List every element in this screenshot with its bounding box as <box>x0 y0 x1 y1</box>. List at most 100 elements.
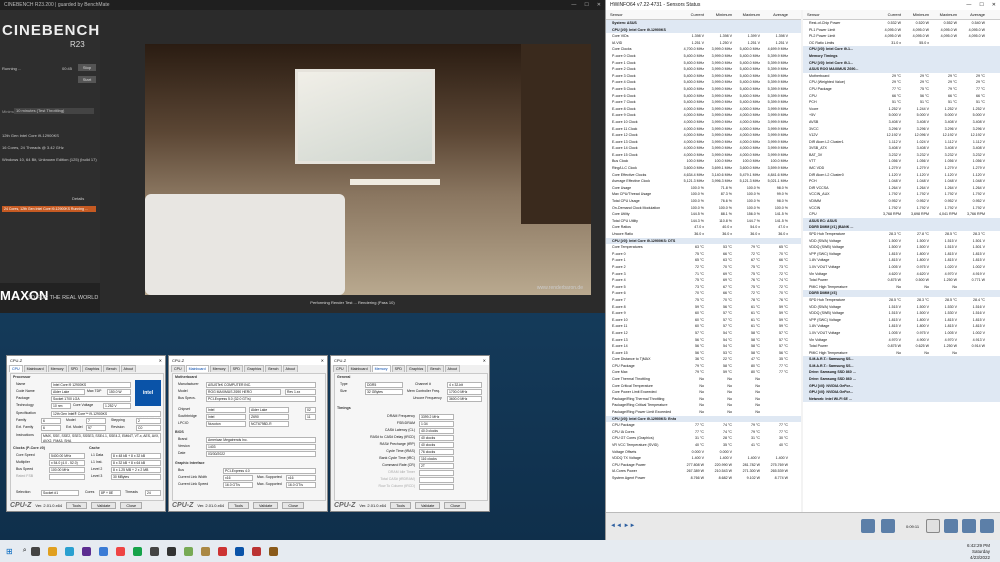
cinebench-task-icon[interactable] <box>234 546 244 556</box>
sensor-group-header[interactable]: DDR5 DIMM [#1] (BANK ... <box>803 224 1000 231</box>
sensor-row[interactable]: VCCIN_AUX 1.792 V 1.792 V 1.792 V 1.792 V <box>803 191 1000 198</box>
edge-icon[interactable] <box>64 546 74 556</box>
column-header[interactable]: Minimum <box>704 12 732 17</box>
tab-about[interactable]: About <box>282 365 298 372</box>
tab-graphics[interactable]: Graphics <box>405 365 427 372</box>
sensor-row[interactable]: E-core 15 Clock 4,000.0 MHz 3,999.0 MHz 4,0… <box>606 152 801 159</box>
sensor-row[interactable]: Package/Ring Thermal Throttling No No No <box>606 396 801 403</box>
column-header[interactable]: Average <box>760 12 788 17</box>
sensor-row[interactable]: CPU Package 77 °C 75 °C 79 °C 77 °C <box>803 86 1000 93</box>
sensor-row[interactable]: PL2 Power Limit 4,095.0 W 4,095.0 W 4,095.0… <box>803 33 1000 40</box>
store-icon[interactable] <box>98 546 108 556</box>
tab-bench[interactable]: Bench <box>427 365 444 372</box>
sensor-row[interactable]: +5V 5.000 V 5.000 V 5.000 V 5.000 V <box>803 112 1000 119</box>
sensor-group-header[interactable]: GPU [#0]: NVIDIA GeFor... <box>803 389 1000 396</box>
tab-about[interactable]: About <box>444 365 460 372</box>
sensor-row[interactable]: Voltage Offsets 0.000 V 0.000 V <box>606 449 801 456</box>
sensor-row[interactable]: P-core 0 Clock 5,400.0 MHz 3,999.0 MHz 5,40… <box>606 53 801 60</box>
network-icon[interactable] <box>861 519 875 533</box>
sensor-group-header[interactable]: Memory Timings <box>803 52 1000 60</box>
sensor-row[interactable]: Core Usage 100.0 % 71.8 % 100.0 % 98.0 % <box>606 185 801 192</box>
sensor-row[interactable]: IA Cores Power 267.389 W 210.543 W 271.300 … <box>606 468 801 475</box>
app-icon[interactable] <box>132 546 142 556</box>
sensor-row[interactable]: Average Effective Clock 5,121.3 MHz 3,996.… <box>606 178 801 185</box>
close-button[interactable]: Close <box>120 502 143 509</box>
sensor-row[interactable]: E-core 12 57 °C 54 °C 58 °C 57 °C <box>606 330 801 337</box>
sensor-row[interactable]: Motherboard 29 °C 29 °C 29 °C 29 °C <box>803 73 1000 80</box>
close-button[interactable]: Close <box>282 502 305 509</box>
details-button[interactable]: Details <box>72 196 84 201</box>
sensor-group-header[interactable]: CPU [#0]: Intel Core i9-1... <box>803 59 1000 67</box>
tab-graphics[interactable]: Graphics <box>81 365 103 372</box>
sensor-row[interactable]: CPU (Weighted Value) 29 °C 29 °C 29 °C 29 °C <box>803 79 1000 86</box>
column-header[interactable]: Minimum <box>901 12 929 17</box>
app-icon[interactable] <box>183 546 193 556</box>
tab-bench[interactable]: Bench <box>103 365 120 372</box>
sensor-row[interactable]: P-core 6 Clock 5,400.0 MHz 3,999.0 MHz 5,40… <box>606 93 801 100</box>
minimize-icon[interactable]: — <box>966 2 971 8</box>
chrome-icon[interactable] <box>115 546 125 556</box>
sensor-row[interactable]: Core Max 79 °C 59 °C 80 °C 77 °C <box>606 369 801 376</box>
sensor-row[interactable]: Rest-of-Chip Power 0.532 W 0.520 W 0.552 W 0… <box>803 20 1000 27</box>
sensor-row[interactable]: E-core 13 Clock 4,000.0 MHz 3,999.0 MHz 4,0… <box>606 139 801 146</box>
tab-cpu[interactable]: CPU <box>9 365 23 372</box>
settings-icon[interactable] <box>962 519 976 533</box>
system-clock[interactable]: 6:42:29 PM Saturday 4/23/2022 <box>967 543 990 561</box>
sensors-icon[interactable] <box>881 519 895 533</box>
sensor-row[interactable]: SPD Hub Temperature 28.5 °C 28.3 °C 28.5 °C… <box>803 297 1000 304</box>
sensor-row[interactable]: Core Distance to TjMAX 36 °C 22 °C 47 °C 35 … <box>606 356 801 363</box>
sensor-group-header[interactable]: CPU [#0]: Intel Core i9-12900KS: DTS <box>606 237 801 245</box>
sensor-row[interactable]: Vin Voltage 4.970 V 4.900 V 4.970 V 4.913 V <box>803 337 1000 344</box>
sensor-row[interactable]: DIR Atom L2 Cluster1 1.112 V 1.024 V 1.112 … <box>803 139 1000 146</box>
sensor-row[interactable]: 3VSB_ATX 3.408 V 3.408 V 3.408 V 3.408 V <box>803 145 1000 152</box>
validate-button[interactable]: Validate <box>252 502 279 509</box>
sensor-row[interactable]: Vcore 1.252 V 1.244 V 1.252 V 1.252 V <box>803 106 1000 113</box>
sensor-row[interactable]: P-core 5 73 °C 67 °C 75 °C 72 °C <box>606 284 801 291</box>
sensor-row[interactable]: E-core 9 Clock 4,000.0 MHz 3,999.0 MHz 4,00… <box>606 112 801 119</box>
sensor-row[interactable]: E-core 15 56 °C 53 °C 58 °C 56 °C <box>606 350 801 357</box>
sensor-row[interactable]: Core Thermal Throttling No No No <box>606 376 801 383</box>
stop-button[interactable]: Stop <box>78 64 96 71</box>
sensor-row[interactable]: P-core 4 Clock 5,400.0 MHz 3,999.0 MHz 5,40… <box>606 79 801 86</box>
sensor-row[interactable]: 1.8V Voltage 1.815 V 1.800 V 1.815 V 1.815 V <box>803 257 1000 264</box>
app-icon[interactable] <box>200 546 210 556</box>
sensor-row[interactable]: VDD (SWA) Voltage 1.515 V 1.500 V 1.530 V 1.… <box>803 304 1000 311</box>
sensor-row[interactable]: VDDQ (SWB) Voltage 1.515 V 1.500 V 1.530 V 1… <box>803 310 1000 317</box>
validate-button[interactable]: Validate <box>90 502 117 509</box>
sensor-row[interactable]: DIR VCCSA 1.264 V 1.264 V 1.264 V 1.264 V <box>803 185 1000 192</box>
sensor-group-header[interactable]: Network: Intel Wi-Fi 6E ... <box>803 395 1000 403</box>
sensor-row[interactable]: CPU Package 77 °C 74 °C 79 °C 77 °C <box>606 422 801 429</box>
tab-memory[interactable]: Memory <box>209 365 229 372</box>
column-header[interactable]: Sensor <box>606 12 676 17</box>
sensor-row[interactable]: Total Power 0.875 W 0.500 W 1.250 W 0.771 W <box>803 277 1000 284</box>
selection-select[interactable]: Socket #1 <box>41 490 79 496</box>
sensor-row[interactable]: P-core 0 75 °C 66 °C 72 °C 70 °C <box>606 251 801 258</box>
app-icon[interactable] <box>251 546 261 556</box>
sensor-row[interactable]: VR VCC Temperature (SVID) 40 °C 35 °C 41 °C… <box>606 442 801 449</box>
sensor-row[interactable]: PCH 1.048 V 1.048 V 1.048 V 1.048 V <box>803 178 1000 185</box>
sensor-row[interactable]: 1.0V VOUT Voltage 1.005 V 0.975 V 1.020 V 1.… <box>803 264 1000 271</box>
sensor-row[interactable]: VPP (SWC) Voltage 1.815 V 1.800 V 1.815 V 1.… <box>803 251 1000 258</box>
app-icon[interactable] <box>217 546 227 556</box>
sensor-row[interactable]: Core Clocks 4,700.0 MHz 3,999.0 MHz 5,400.0… <box>606 46 801 53</box>
sensor-row[interactable]: P-core 3 71 °C 69 °C 75 °C 72 °C <box>606 271 801 278</box>
sensor-row[interactable]: 3VCC 3.296 V 3.296 V 3.296 V 3.296 V <box>803 126 1000 133</box>
tab-about[interactable]: About <box>120 365 136 372</box>
benchmate-icon[interactable] <box>268 546 278 556</box>
sensor-row[interactable]: Bus Clock 100.0 MHz 100.0 MHz 100.0 MHz 100.… <box>606 158 801 165</box>
duration-select[interactable]: 10 minutes (Test Throttling) <box>14 108 94 114</box>
sensor-row[interactable]: IA VID 1.251 V 1.250 V 1.251 V 1.251 V <box>606 40 801 47</box>
column-header[interactable]: Current <box>676 12 704 17</box>
clock-icon[interactable] <box>926 519 940 533</box>
sensor-row[interactable]: IMC VDD 1.279 V 1.279 V 1.279 V 1.279 V <box>803 165 1000 172</box>
sensor-row[interactable]: Ring/LLC Clock 3,600.0 MHz 3,699.1 MHz 3,60… <box>606 165 801 172</box>
close-icon[interactable] <box>980 519 994 533</box>
sensor-row[interactable]: P-core 3 Clock 5,400.0 MHz 3,999.0 MHz 5,40… <box>606 73 801 80</box>
sensor-row[interactable]: Total Power 0.875 W 0.625 W 1.250 W 0.914 W <box>803 343 1000 350</box>
sensor-row[interactable]: E-core 12 Clock 4,000.0 MHz 3,999.0 MHz 4,0… <box>606 132 801 139</box>
sensor-group-header[interactable]: Drive: Samsung SSD 860 ... <box>803 376 1000 383</box>
sensor-row[interactable]: E-core 9 60 °C 57 °C 61 °C 59 °C <box>606 310 801 317</box>
start-button[interactable]: Start <box>78 76 96 83</box>
sensor-row[interactable]: BAT_3V 3.232 V 3.232 V 3.232 V 3.232 V <box>803 152 1000 159</box>
column-header[interactable]: Maximum <box>929 12 957 17</box>
